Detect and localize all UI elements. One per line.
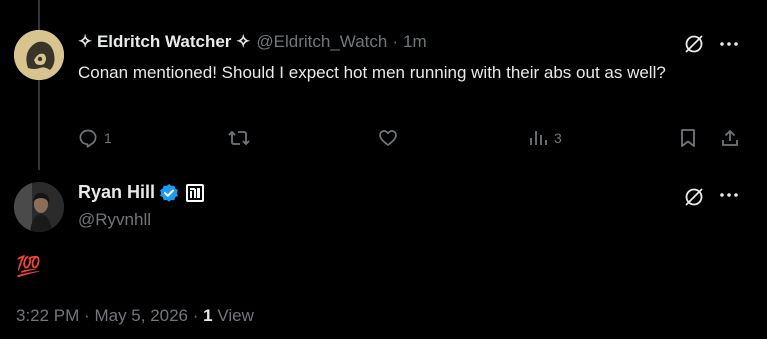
retweet-action[interactable] (228, 128, 256, 148)
reply-handle[interactable]: @Eldritch_Watch (256, 32, 387, 52)
reply-text: Conan mentioned! Should I expect hot men… (78, 63, 666, 82)
post-date[interactable]: May 5, 2026 (94, 306, 188, 325)
post-time[interactable]: 3:22 PM (16, 306, 79, 325)
reply-icon (79, 129, 97, 148)
retweet-icon (228, 130, 250, 146)
bookmark-icon (681, 129, 695, 147)
post-views-count: 1 (203, 306, 213, 325)
views-action[interactable]: 3 (528, 128, 562, 148)
eldritch-avatar-image (14, 30, 64, 80)
thread-connector-line (38, 0, 40, 170)
like-action[interactable] (378, 128, 404, 148)
reply-display-name[interactable]: ✧ Eldritch Watcher ✧ (78, 32, 250, 52)
main-post-handle[interactable]: @Ryvnhll (78, 210, 151, 230)
main-post-meta: 3:22 PM · May 5, 2026 · 1 View (16, 306, 254, 326)
reply-header: ✧ Eldritch Watcher ✧ @Eldritch_Watch · 1… (78, 32, 427, 52)
post-views-label: View (217, 306, 254, 325)
more-options-icon[interactable] (718, 33, 740, 55)
ryan-avatar-image (14, 182, 64, 232)
main-post-name-row: Ryan Hill (78, 182, 205, 203)
main-grok-icon[interactable] (683, 186, 705, 208)
bookmark-action[interactable] (678, 128, 698, 148)
share-icon (722, 129, 738, 146)
grok-icon[interactable] (683, 33, 705, 55)
reply-header-separator: · (392, 32, 399, 51)
meta-separator-2: · (192, 306, 199, 325)
views-icon (530, 131, 547, 145)
share-action[interactable] (720, 128, 740, 148)
meta-separator-1: · (84, 306, 90, 325)
reply-action[interactable]: 1 (78, 128, 112, 148)
main-post-display-name[interactable]: Ryan Hill (78, 182, 155, 203)
affiliate-badge-icon[interactable] (185, 183, 205, 203)
verified-badge-icon[interactable] (159, 183, 179, 203)
main-more-options-icon[interactable] (718, 184, 740, 206)
eldritch-watcher-avatar[interactable] (14, 30, 64, 80)
reply-count: 1 (104, 130, 112, 146)
ryan-hill-avatar[interactable] (14, 182, 64, 232)
main-post-text: 💯 (16, 256, 41, 278)
views-count: 3 (554, 130, 562, 146)
like-icon (379, 130, 397, 146)
reply-timestamp[interactable]: 1m (403, 32, 427, 52)
